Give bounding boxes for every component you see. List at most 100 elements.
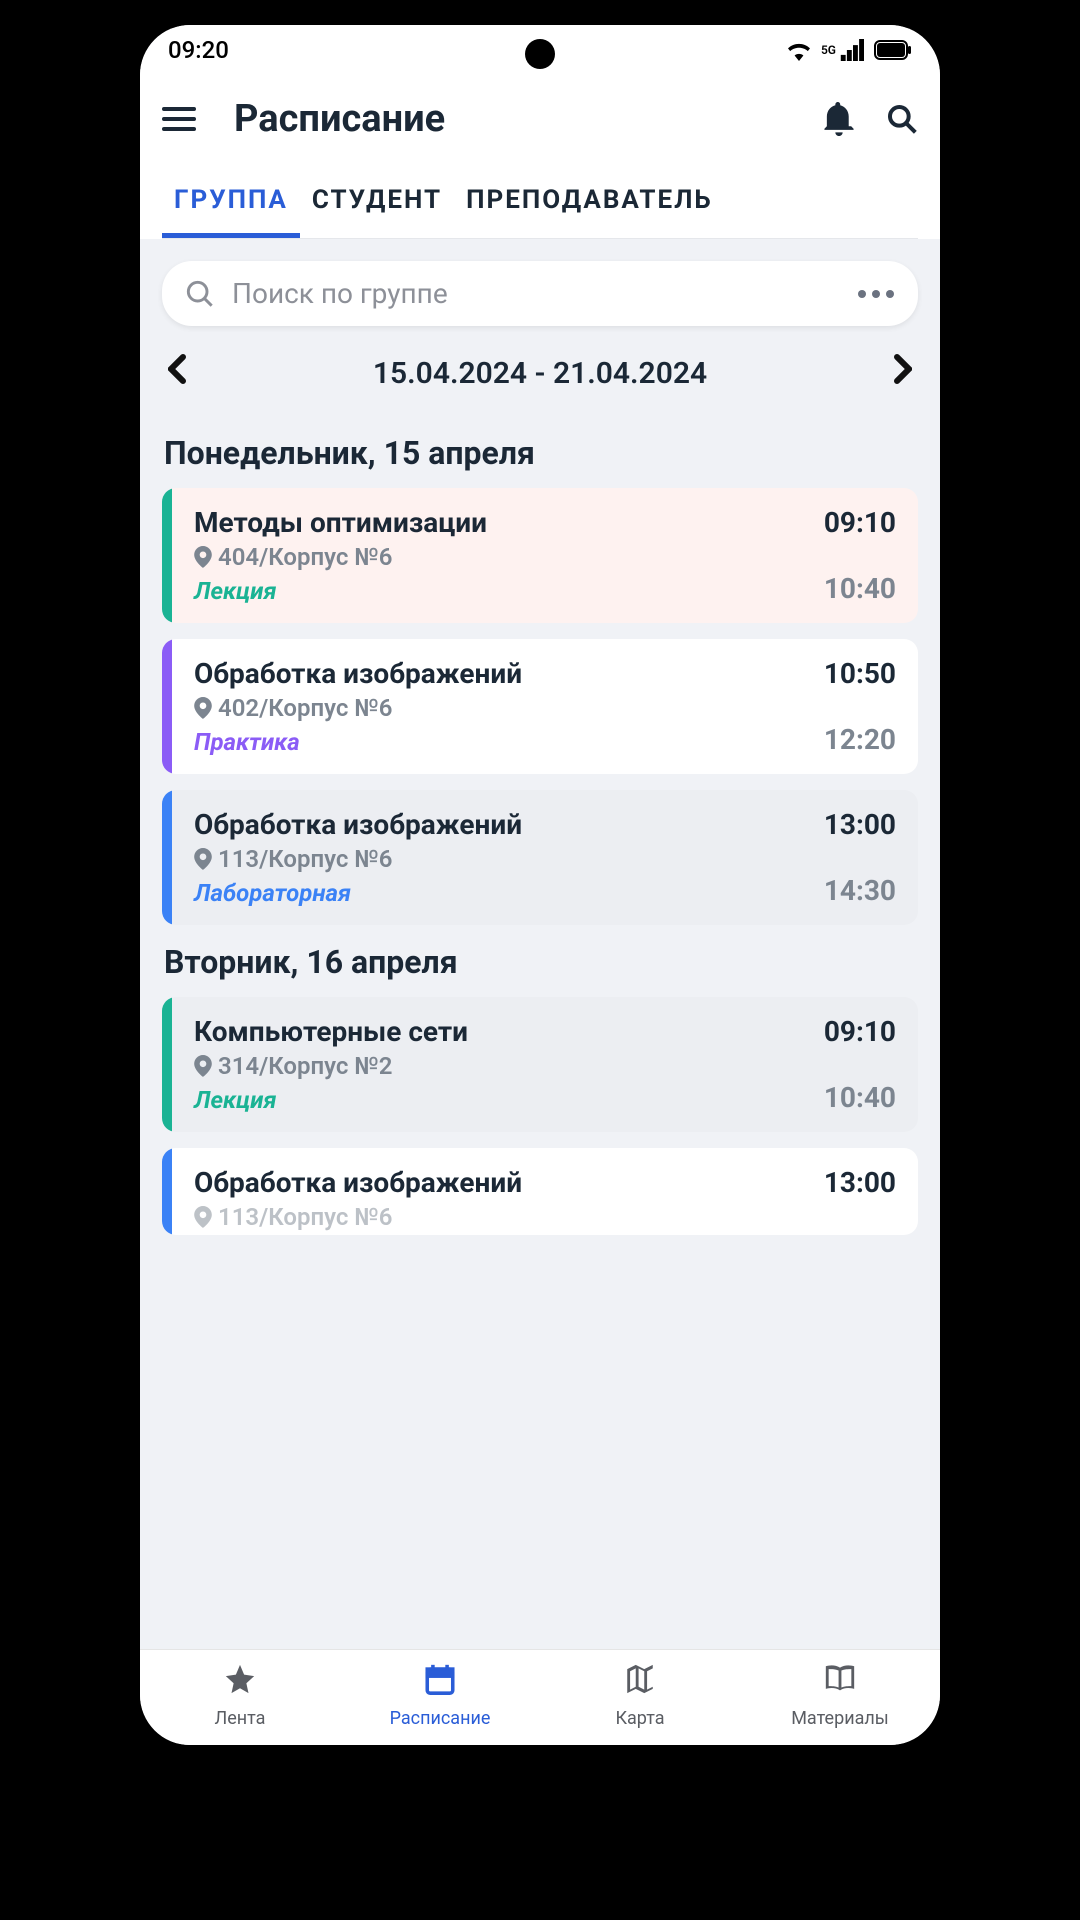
map-icon	[623, 1662, 657, 1704]
bell-icon[interactable]	[824, 102, 854, 136]
nav-map[interactable]: Карта	[540, 1662, 740, 1729]
lesson-end-time: 14:30	[824, 874, 896, 907]
tab-student[interactable]: СТУДЕНТ	[300, 167, 454, 238]
search-input[interactable]	[232, 277, 840, 310]
nav-label: Лента	[215, 1708, 266, 1729]
lesson-title: Методы оптимизации	[194, 506, 796, 539]
nav-label: Расписание	[390, 1708, 491, 1729]
search-container	[162, 261, 918, 326]
lesson-info: Обработка изображений 402/Корпус №6 Прак…	[194, 657, 796, 756]
lesson-type: Лекция	[194, 577, 796, 605]
pin-icon	[194, 1206, 212, 1228]
lesson-location: 404/Корпус №6	[194, 543, 796, 571]
next-week-button[interactable]	[894, 354, 912, 392]
app-bar-top: Расписание	[162, 97, 918, 141]
lesson-card[interactable]: Обработка изображений 113/Корпус №6 13:0…	[162, 1148, 918, 1235]
status-bar: 09:20 5G	[140, 25, 940, 75]
app-bar: Расписание ГРУППА СТУДЕНТ ПРЕПОДАВАТЕЛЬ	[140, 75, 940, 239]
status-time: 09:20	[168, 36, 229, 64]
camera-notch	[525, 39, 555, 69]
phone-frame: 09:20 5G Расписание	[130, 15, 950, 1755]
lesson-color-bar	[162, 1148, 172, 1235]
lesson-location: 402/Корпус №6	[194, 694, 796, 722]
lesson-times: 13:00 14:30	[796, 808, 896, 907]
lesson-start-time: 09:10	[824, 506, 896, 539]
lesson-color-bar	[162, 488, 172, 623]
lesson-location-text: 113/Корпус №6	[218, 1203, 393, 1231]
lesson-color-bar	[162, 790, 172, 925]
lesson-start-time: 10:50	[824, 657, 896, 690]
lesson-title: Компьютерные сети	[194, 1015, 796, 1048]
lesson-card[interactable]: Обработка изображений 113/Корпус №6 Лабо…	[162, 790, 918, 925]
signal-icon	[840, 39, 866, 61]
lesson-card[interactable]: Обработка изображений 402/Корпус №6 Прак…	[162, 639, 918, 774]
lesson-card[interactable]: Компьютерные сети 314/Корпус №2 Лекция 0…	[162, 997, 918, 1132]
lesson-end-time: 10:40	[824, 572, 896, 605]
nav-label: Материалы	[791, 1708, 889, 1729]
chevron-right-icon	[894, 354, 912, 384]
lesson-location: 314/Корпус №2	[194, 1052, 796, 1080]
lesson-type: Лекция	[194, 1086, 796, 1114]
lesson-times: 09:10 10:40	[796, 506, 896, 605]
nav-schedule[interactable]: Расписание	[340, 1662, 540, 1729]
lesson-location-text: 113/Корпус №6	[218, 845, 393, 873]
lesson-card[interactable]: Методы оптимизации 404/Корпус №6 Лекция …	[162, 488, 918, 623]
lesson-body: Методы оптимизации 404/Корпус №6 Лекция …	[172, 488, 918, 623]
date-navigator: 15.04.2024 - 21.04.2024	[162, 342, 918, 416]
more-options-button[interactable]	[858, 290, 894, 298]
content-scroll[interactable]: 15.04.2024 - 21.04.2024 Понедельник, 15 …	[140, 239, 940, 1649]
nav-feed[interactable]: Лента	[140, 1662, 340, 1729]
lesson-times: 09:10 10:40	[796, 1015, 896, 1114]
hamburger-line-icon	[162, 107, 196, 111]
lesson-title: Обработка изображений	[194, 657, 796, 690]
chevron-left-icon	[168, 354, 186, 384]
lesson-info: Обработка изображений 113/Корпус №6 Лабо…	[194, 808, 796, 907]
pin-icon	[194, 848, 212, 870]
lesson-start-time: 09:10	[824, 1015, 896, 1048]
battery-icon	[874, 40, 912, 60]
tabs-row: ГРУППА СТУДЕНТ ПРЕПОДАВАТЕЛЬ	[162, 167, 918, 239]
app-bar-actions	[824, 102, 918, 136]
phone-screen: 09:20 5G Расписание	[140, 25, 940, 1745]
wifi-icon	[785, 39, 813, 61]
lesson-location: 113/Корпус №6	[194, 845, 796, 873]
bottom-nav: Лента Расписание Карта Материалы	[140, 1649, 940, 1745]
tab-teacher[interactable]: ПРЕПОДАВАТЕЛЬ	[454, 167, 725, 238]
pin-icon	[194, 546, 212, 568]
lesson-type: Лабораторная	[194, 879, 796, 907]
lesson-title: Обработка изображений	[194, 808, 796, 841]
tab-group[interactable]: ГРУППА	[162, 167, 300, 238]
lesson-body: Обработка изображений 113/Корпус №6 13:0…	[172, 1148, 918, 1235]
status-icons: 5G	[785, 39, 912, 61]
menu-button[interactable]	[162, 107, 196, 131]
lesson-info: Компьютерные сети 314/Корпус №2 Лекция	[194, 1015, 796, 1114]
page-title: Расписание	[234, 97, 800, 141]
lesson-body: Обработка изображений 402/Корпус №6 Прак…	[172, 639, 918, 774]
lesson-end-time: 12:20	[824, 723, 896, 756]
book-icon	[823, 1662, 857, 1704]
lesson-color-bar	[162, 639, 172, 774]
lesson-type: Практика	[194, 728, 796, 756]
lesson-times: 10:50 12:20	[796, 657, 896, 756]
hamburger-line-icon	[162, 127, 196, 131]
lesson-location-text: 404/Корпус №6	[218, 543, 393, 571]
lesson-location-text: 314/Корпус №2	[218, 1052, 393, 1080]
search-icon[interactable]	[886, 103, 918, 135]
lesson-color-bar	[162, 997, 172, 1132]
lesson-body: Компьютерные сети 314/Корпус №2 Лекция 0…	[172, 997, 918, 1132]
prev-week-button[interactable]	[168, 354, 186, 392]
nav-label: Карта	[615, 1708, 664, 1729]
lesson-info: Обработка изображений 113/Корпус №6	[194, 1166, 796, 1231]
lesson-info: Методы оптимизации 404/Корпус №6 Лекция	[194, 506, 796, 605]
nav-materials[interactable]: Материалы	[740, 1662, 940, 1729]
lesson-end-time: 10:40	[824, 1081, 896, 1114]
lesson-location: 113/Корпус №6	[194, 1203, 796, 1231]
lesson-times: 13:00	[796, 1166, 896, 1231]
hamburger-line-icon	[162, 117, 196, 121]
lesson-start-time: 13:00	[824, 1166, 896, 1199]
calendar-icon	[423, 1662, 457, 1704]
day-heading: Понедельник, 15 апреля	[164, 434, 918, 472]
search-icon	[186, 280, 214, 308]
pin-icon	[194, 697, 212, 719]
pin-icon	[194, 1055, 212, 1077]
